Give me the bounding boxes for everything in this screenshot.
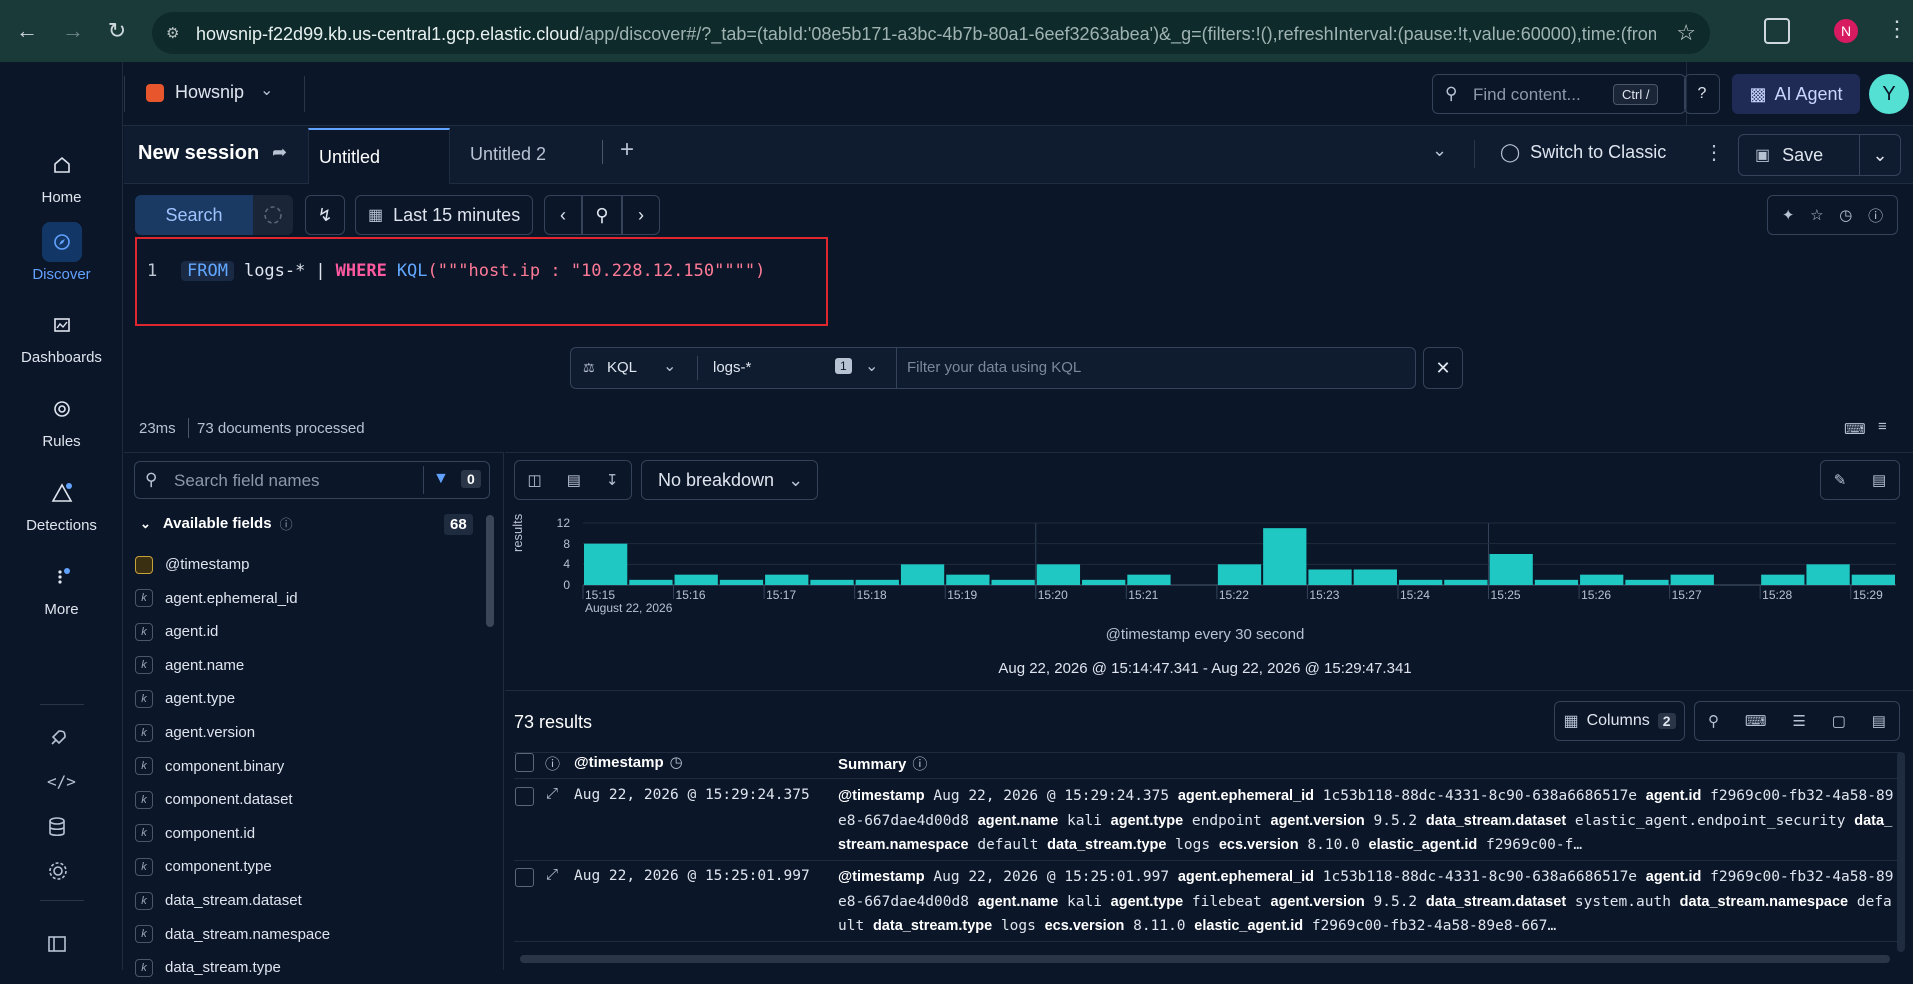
- histogram-bar[interactable]: [1851, 574, 1895, 585]
- histogram-bar[interactable]: [765, 574, 809, 585]
- table-icon: ▦: [1563, 713, 1579, 730]
- row-timestamp: Aug 22, 2026 @ 15:29:24.375: [574, 787, 810, 803]
- histogram-bar[interactable]: [946, 574, 990, 585]
- help-icon: ⓘ: [912, 756, 928, 773]
- vertical-scrollbar[interactable]: [1897, 752, 1905, 952]
- histogram-bar[interactable]: [855, 579, 899, 585]
- x-tick-label: 15:21: [1128, 588, 1159, 602]
- expand-row-icon[interactable]: ⤢: [546, 866, 558, 883]
- y-tick-label: 4: [563, 557, 570, 572]
- histogram-bar[interactable]: [1580, 574, 1624, 585]
- histogram-bar[interactable]: [584, 543, 628, 585]
- histogram-bar[interactable]: [1625, 579, 1669, 585]
- row-summary: @timestamp Aug 22, 2026 @ 15:29:24.375 a…: [838, 788, 1894, 853]
- column-header-summary[interactable]: Summary ⓘ: [838, 753, 927, 774]
- histogram-bar[interactable]: [991, 579, 1035, 585]
- y-tick-label: 0: [563, 578, 570, 592]
- histogram-bar[interactable]: [1670, 574, 1714, 585]
- histogram-bar[interactable]: [1263, 528, 1307, 585]
- x-tick-label: 15:18: [856, 588, 887, 602]
- histogram-bar[interactable]: [1082, 579, 1126, 585]
- histogram-bar[interactable]: [674, 574, 718, 585]
- histogram-bar[interactable]: [629, 579, 673, 585]
- x-tick-label: 15:28: [1762, 588, 1793, 602]
- histogram-bar[interactable]: [1127, 574, 1171, 585]
- row-info-icon: ⓘ: [545, 756, 561, 773]
- column-header-timestamp[interactable]: @timestamp ◷: [574, 753, 683, 771]
- x-tick-label: 15:17: [766, 588, 797, 602]
- y-tick-label: 12: [556, 516, 570, 530]
- histogram-bar[interactable]: [1353, 569, 1397, 586]
- x-tick-label: 15:25: [1490, 588, 1521, 602]
- histogram-bar[interactable]: [1534, 579, 1579, 585]
- x-tick-label: 15:22: [1218, 588, 1249, 602]
- x-tick-label: 15:24: [1399, 588, 1430, 602]
- histogram-bar[interactable]: [1806, 564, 1850, 585]
- histogram-bar[interactable]: [900, 564, 945, 585]
- row-summary: @timestamp Aug 22, 2026 @ 15:25:01.997 a…: [838, 869, 1894, 934]
- histogram-bar[interactable]: [810, 579, 854, 585]
- histogram-bar[interactable]: [1489, 554, 1533, 585]
- horizontal-scrollbar[interactable]: [520, 955, 1890, 963]
- x-tick-label: 15:29: [1852, 588, 1883, 602]
- x-tick-label: 15:23: [1309, 588, 1340, 602]
- display-settings-icon[interactable]: ☰: [1792, 712, 1805, 730]
- x-tick-label: 15:26: [1581, 588, 1612, 602]
- row-checkbox[interactable]: [515, 868, 534, 887]
- time-range-label: Aug 22, 2026 @ 15:14:47.341 - Aug 22, 20…: [998, 660, 1412, 677]
- chart-date-label: August 22, 2026: [585, 601, 673, 615]
- x-tick-label: 15:16: [675, 588, 706, 602]
- keyboard-icon[interactable]: ⌨: [1745, 712, 1767, 730]
- row-timestamp: Aug 22, 2026 @ 15:25:01.997: [574, 868, 810, 884]
- histogram-bar[interactable]: [1444, 579, 1488, 585]
- histogram-bar[interactable]: [719, 579, 764, 585]
- histogram-bar[interactable]: [1761, 574, 1805, 585]
- grid-toolbar: ⚲ ⌨ ☰ ▢ ▤: [1694, 701, 1900, 741]
- x-tick-label: 15:20: [1037, 588, 1068, 602]
- fullscreen-icon[interactable]: ▢: [1832, 712, 1846, 730]
- x-tick-label: 15:15: [585, 588, 616, 602]
- histogram-bar[interactable]: [1217, 564, 1262, 585]
- y-tick-label: 8: [563, 536, 570, 551]
- search-icon[interactable]: ⚲: [1708, 712, 1719, 730]
- histogram-bar[interactable]: [1308, 569, 1352, 586]
- results-count: 73 results: [514, 712, 593, 732]
- columns-button[interactable]: ▦ Columns 2: [1554, 701, 1685, 741]
- clock-icon: ◷: [669, 754, 683, 771]
- select-all-checkbox[interactable]: [515, 753, 534, 772]
- histogram-bar[interactable]: [1398, 579, 1443, 585]
- histogram-bar[interactable]: [1036, 564, 1081, 585]
- x-tick-label: 15:19: [947, 588, 978, 602]
- x-tick-label: 15:27: [1671, 588, 1702, 602]
- row-checkbox[interactable]: [515, 787, 534, 806]
- add-visualization-icon[interactable]: ▤: [1872, 712, 1886, 730]
- expand-row-icon[interactable]: ⤢: [546, 785, 558, 802]
- interval-label: @timestamp every 30 second: [1105, 626, 1305, 643]
